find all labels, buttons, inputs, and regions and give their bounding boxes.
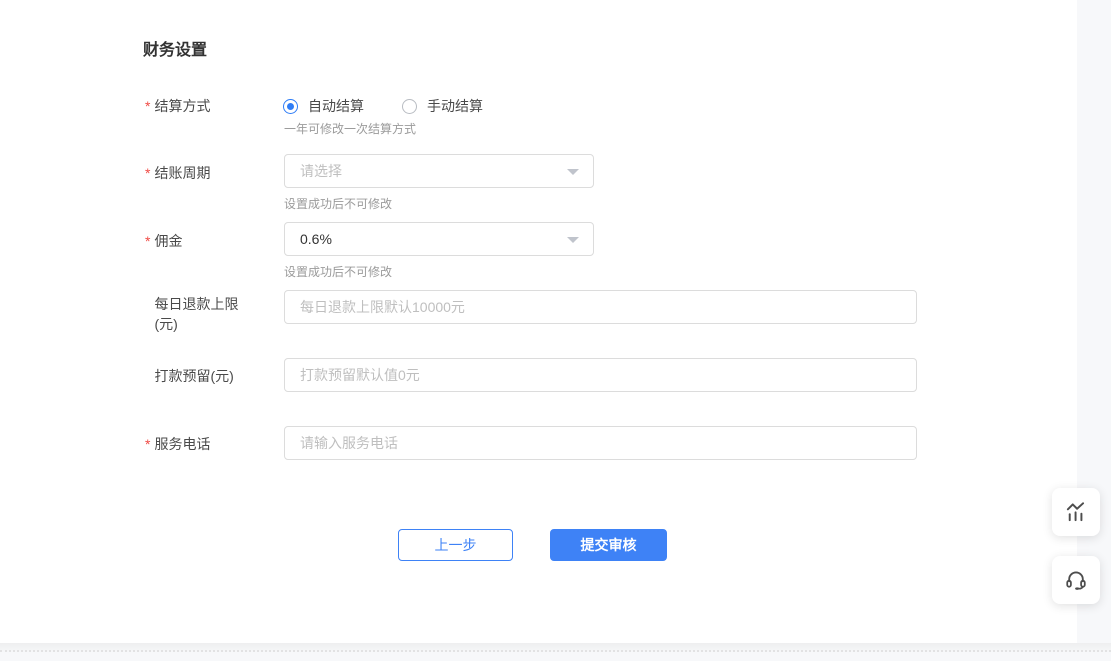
radio-unselected-icon[interactable] (402, 99, 417, 114)
chart-icon (1063, 499, 1089, 525)
dotted-divider (0, 650, 1111, 652)
chevron-down-icon (567, 237, 579, 243)
page-title: 财务设置 (143, 36, 207, 60)
billing-cycle-helper: 设置成功后不可修改 (284, 197, 392, 211)
payment-reserve-label: * 打款预留(元) (145, 366, 234, 386)
settlement-method-label: * 结算方式 (145, 96, 210, 116)
radio-manual-settlement[interactable]: 手动结算 (402, 96, 483, 116)
service-phone-input[interactable] (284, 426, 917, 460)
financial-settings-card: 财务设置 * 结算方式 自动结算 手动结算 一年可修改一次结算方式 * 结账周期… (0, 0, 1077, 643)
commission-helper: 设置成功后不可修改 (284, 265, 392, 279)
radio-selected-icon[interactable] (283, 99, 298, 114)
billing-cycle-label: * 结账周期 (145, 163, 210, 183)
page-bottom-area (0, 643, 1111, 661)
statistics-float-button[interactable] (1052, 488, 1100, 536)
settlement-method-helper: 一年可修改一次结算方式 (284, 122, 416, 136)
customer-service-float-button[interactable] (1052, 556, 1100, 604)
required-asterisk: * (145, 231, 150, 251)
daily-refund-limit-input[interactable] (284, 290, 917, 324)
headset-icon (1063, 567, 1089, 593)
previous-step-button[interactable]: 上一步 (398, 529, 513, 561)
submit-review-button[interactable]: 提交审核 (550, 529, 667, 561)
payment-reserve-input[interactable] (284, 358, 917, 392)
commission-select[interactable]: 0.6% (284, 222, 594, 256)
service-phone-label: * 服务电话 (145, 434, 210, 454)
daily-refund-limit-label: * 每日退款上限(元) (145, 294, 254, 334)
billing-cycle-select[interactable]: 请选择 (284, 154, 594, 188)
commission-label: * 佣金 (145, 231, 182, 251)
required-asterisk: * (145, 96, 150, 116)
settlement-method-radio-group: 自动结算 手动结算 (283, 96, 483, 116)
required-asterisk: * (145, 163, 150, 183)
radio-auto-settlement[interactable]: 自动结算 (283, 96, 364, 116)
required-asterisk: * (145, 434, 150, 454)
chevron-down-icon (567, 169, 579, 175)
